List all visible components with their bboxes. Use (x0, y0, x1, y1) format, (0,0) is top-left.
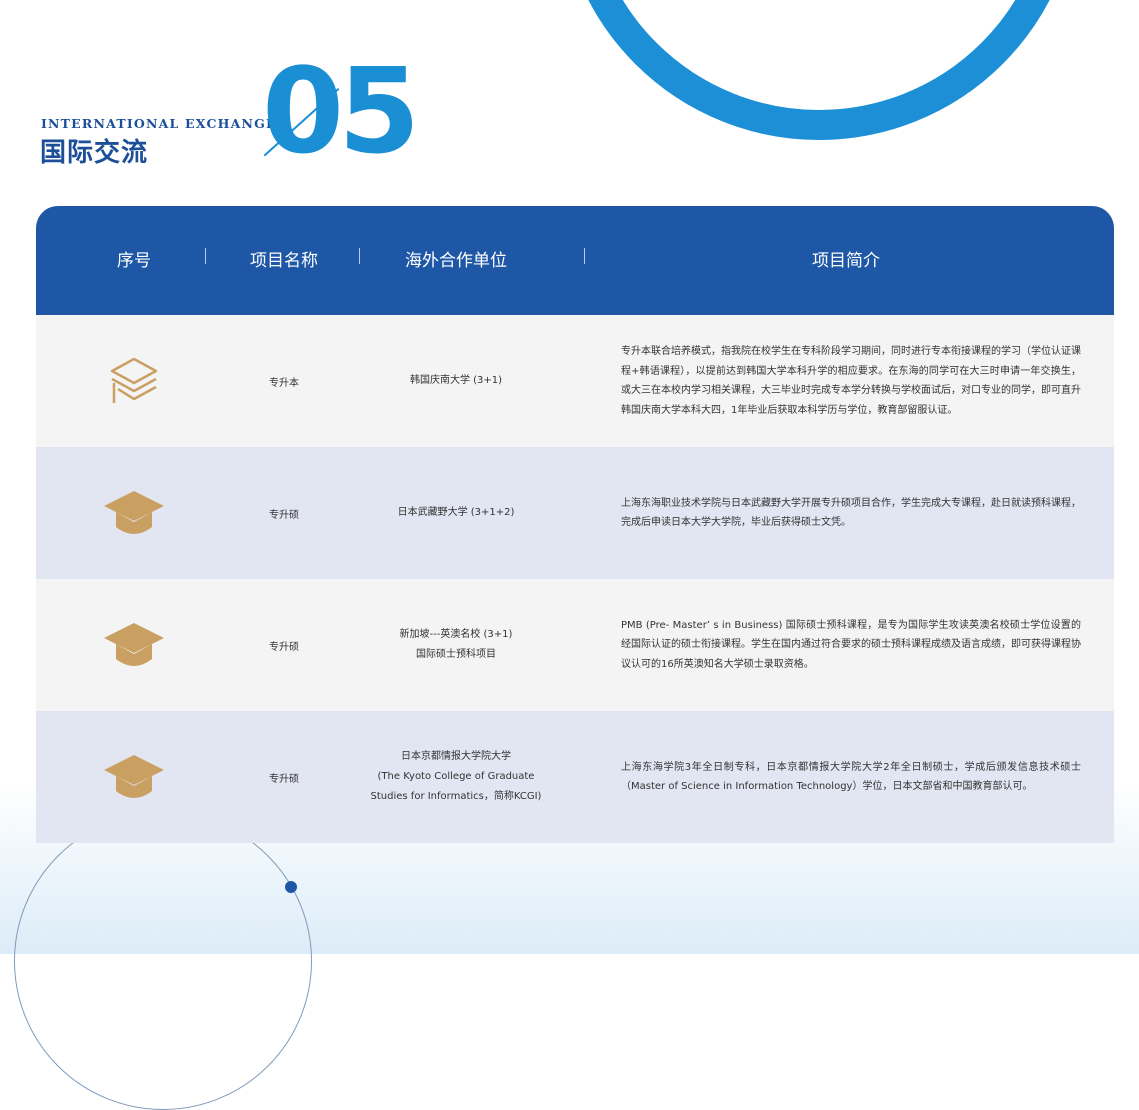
graduation-cap-icon (102, 617, 166, 673)
partner-name: 日本武藏野大学 (3+1+2) (354, 447, 558, 579)
program-type: 专升硕 (269, 773, 299, 785)
program-description: PMB (Pre- Master’ s in Business) 国际硕士预科课… (621, 619, 1081, 670)
graduation-cap-icon (102, 485, 166, 541)
header-divider (584, 248, 585, 264)
program-description: 上海东海学院3年全日制专科，日本京都情报大学院大学2年全日制硕士，学成后颁发信息… (621, 761, 1081, 793)
partner-line: 日本武藏野大学 (3+1+2) (397, 507, 515, 518)
partner-name: 韩国庆南大学 (3+1) (354, 315, 558, 447)
program-type: 专升硕 (269, 509, 299, 521)
section-title: 国际交流 (40, 138, 149, 168)
program-description: 专升本联合培养模式，指我院在校学生在专科阶段学习期间，同时进行专本衔接课程的学习… (621, 346, 1081, 416)
table-header: 序号 项目名称 海外合作单位 项目简介 (36, 206, 1114, 315)
partner-line: (The Kyoto College of Graduate (377, 771, 535, 782)
graduation-cap-icon (102, 749, 166, 805)
table-row: 专升硕 日本京都情报大学院大学 (The Kyoto College of Gr… (36, 711, 1114, 843)
partner-line: 韩国庆南大学 (3+1) (409, 375, 503, 386)
partner-line: Studies for Informatics，简称KCGI) (370, 791, 542, 802)
decorative-dot (285, 881, 297, 893)
programs-table: 序号 项目名称 海外合作单位 项目简介 专升本 韩国庆南大学 (3+1) 专升本… (36, 206, 1114, 843)
header-divider (205, 248, 206, 264)
header-program-name: 项目名称 (250, 251, 318, 271)
partner-name: 新加坡---英澳名校 (3+1) 国际硕士预科项目 (354, 579, 558, 711)
program-type: 专升硕 (269, 641, 299, 653)
header-description: 项目简介 (812, 251, 880, 271)
header-partner: 海外合作单位 (405, 251, 507, 271)
section-number: 05 (262, 42, 420, 180)
table-row: 专升硕 新加坡---英澳名校 (3+1) 国际硕士预科项目 PMB (Pre- … (36, 579, 1114, 711)
table-row: 专升本 韩国庆南大学 (3+1) 专升本联合培养模式，指我院在校学生在专科阶段学… (36, 315, 1114, 447)
table-row: 专升硕 日本武藏野大学 (3+1+2) 上海东海职业技术学院与日本武藏野大学开展… (36, 447, 1114, 579)
program-type: 专升本 (269, 377, 299, 389)
partner-name: 日本京都情报大学院大学 (The Kyoto College of Gradua… (354, 711, 558, 843)
section-label-en: INTERNATIONAL EXCHANGE (41, 116, 277, 131)
decorative-ring (559, 0, 1079, 140)
decorative-circle-outline (14, 812, 312, 1110)
graduation-scroll-icon (102, 353, 166, 409)
partner-line: 新加坡---英澳名校 (3+1) (399, 629, 513, 640)
program-description: 上海东海职业技术学院与日本武藏野大学开展专升硕项目合作，学生完成大专课程，赴日就… (621, 497, 1081, 529)
partner-line: 日本京都情报大学院大学 (401, 751, 511, 762)
header-index: 序号 (117, 251, 151, 271)
partner-line: 国际硕士预科项目 (416, 649, 496, 660)
